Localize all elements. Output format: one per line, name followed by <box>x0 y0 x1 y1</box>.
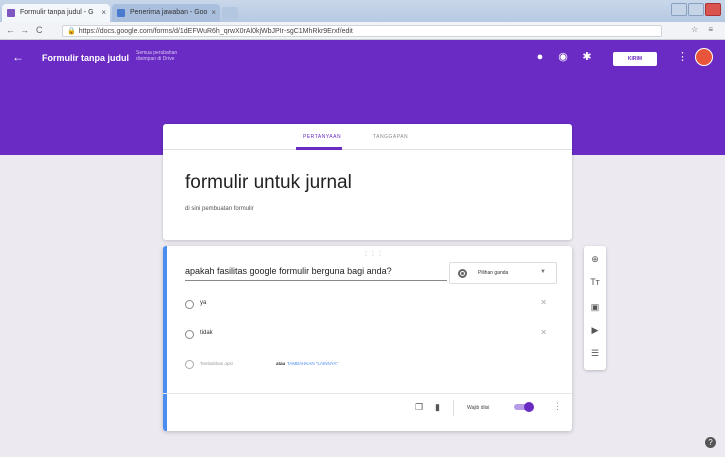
form-description-field[interactable]: di sini pembuatan formulir <box>185 206 254 212</box>
option-label[interactable]: ya <box>200 300 206 306</box>
forms-favicon-icon <box>7 9 15 17</box>
saved-status: Semua perubahan disimpan di Drive <box>136 50 178 62</box>
add-question-icon[interactable]: ⊕ <box>584 254 606 265</box>
more-vert-icon[interactable]: ⋮ <box>677 50 688 63</box>
toggle-knob <box>524 402 534 412</box>
forms-favicon-icon <box>117 9 125 17</box>
browser-tab-label: Formulir tanpa judul - G <box>20 9 94 16</box>
close-tab-icon[interactable]: × <box>101 8 106 17</box>
more-vert-icon[interactable]: ⋮ <box>553 401 562 412</box>
close-window-button[interactable] <box>705 3 721 16</box>
window-controls <box>671 3 721 16</box>
option-item[interactable]: ya ✕ <box>185 298 555 312</box>
question-footer-divider <box>163 393 572 394</box>
forward-button[interactable]: → <box>20 25 29 35</box>
question-title-field[interactable]: apakah fasilitas google formulir berguna… <box>185 266 447 281</box>
browser-tab-label: Penerima jawaban - Goo <box>130 9 208 16</box>
form-header-card: PERTANYAAN TANGGAPAN formulir untuk jurn… <box>163 124 572 240</box>
browser-tabbar: Formulir tanpa judul - G × Penerima jawa… <box>0 0 725 22</box>
question-type-dropdown[interactable]: Pilihan ganda ▼ <box>449 262 557 284</box>
radio-button-icon <box>458 269 467 278</box>
add-other-link[interactable]: TAMBAHKAN "LAINNYA" <box>287 361 338 366</box>
arrow-back-icon[interactable]: ← <box>12 50 24 64</box>
required-toggle[interactable] <box>514 402 534 412</box>
dropdown-arrow-icon: ▼ <box>540 269 546 275</box>
active-question-bar <box>163 246 167 431</box>
add-option-or: atau <box>276 361 286 366</box>
tab-responses[interactable]: TANGGAPAN <box>373 134 408 140</box>
add-video-icon[interactable]: ▶ <box>584 325 606 336</box>
preview-eye-icon[interactable]: ◉ <box>556 50 570 64</box>
help-icon[interactable]: ? <box>705 437 716 448</box>
question-type-label: Pilihan ganda <box>478 270 509 276</box>
browser-tab-inactive[interactable]: Penerima jawaban - Goo × <box>112 4 220 22</box>
browser-menu-icons[interactable]: ☆ ≡ <box>691 25 717 34</box>
close-tab-icon[interactable]: × <box>211 8 216 17</box>
delete-icon[interactable]: ▮ <box>435 402 440 413</box>
url-input[interactable]: 🔒 https://docs.google.com/forms/d/1dEFWuR… <box>62 25 662 37</box>
lock-icon: 🔒 <box>67 28 76 35</box>
avatar[interactable] <box>695 48 713 66</box>
question-card[interactable]: ⋮⋮⋮ apakah fasilitas google formulir ber… <box>163 246 572 431</box>
address-bar-row: ← → C 🔒 https://docs.google.com/forms/d/1… <box>0 22 725 40</box>
minimize-button[interactable] <box>671 3 687 16</box>
option-label[interactable]: tidak <box>200 330 213 336</box>
document-title[interactable]: Formulir tanpa judul <box>42 53 129 63</box>
form-title-field[interactable]: formulir untuk jurnal <box>185 172 352 194</box>
add-section-icon[interactable]: ☰ <box>584 348 606 359</box>
add-option-row: Tambahkan opsi atau TAMBAHKAN "LAINNYA" <box>185 358 485 372</box>
radio-circle-icon <box>185 300 194 309</box>
add-option-link[interactable]: Tambahkan opsi <box>200 361 233 366</box>
maximize-button[interactable] <box>688 3 704 16</box>
new-tab-button[interactable] <box>222 7 238 19</box>
remove-option-icon[interactable]: ✕ <box>540 328 547 337</box>
send-button[interactable]: KIRIM <box>613 52 657 66</box>
duplicate-icon[interactable]: ❐ <box>415 402 423 413</box>
add-title-icon[interactable]: Tт <box>584 277 606 287</box>
back-button[interactable]: ← <box>6 25 15 35</box>
browser-tab-active[interactable]: Formulir tanpa judul - G × <box>2 4 110 22</box>
side-toolbar: ⊕ Tт ▣ ▶ ☰ <box>584 246 606 370</box>
footer-divider <box>453 400 454 416</box>
required-label: Wajib diisi <box>467 405 490 411</box>
add-image-icon[interactable]: ▣ <box>584 302 606 313</box>
radio-circle-icon <box>185 360 194 369</box>
option-item[interactable]: tidak ✕ <box>185 328 555 342</box>
remove-option-icon[interactable]: ✕ <box>540 298 547 307</box>
form-tabs: PERTANYAAN TANGGAPAN <box>163 124 572 150</box>
palette-icon[interactable]: ● <box>533 50 547 64</box>
active-tab-indicator <box>296 147 342 150</box>
radio-circle-icon <box>185 330 194 339</box>
tab-questions[interactable]: PERTANYAAN <box>303 134 341 140</box>
reload-button[interactable]: C <box>36 25 43 35</box>
url-text: https://docs.google.com/forms/d/1dEFWuR6… <box>78 28 353 35</box>
drag-handle-icon[interactable]: ⋮⋮⋮ <box>363 250 384 257</box>
settings-gear-icon[interactable]: ✱ <box>580 50 594 64</box>
